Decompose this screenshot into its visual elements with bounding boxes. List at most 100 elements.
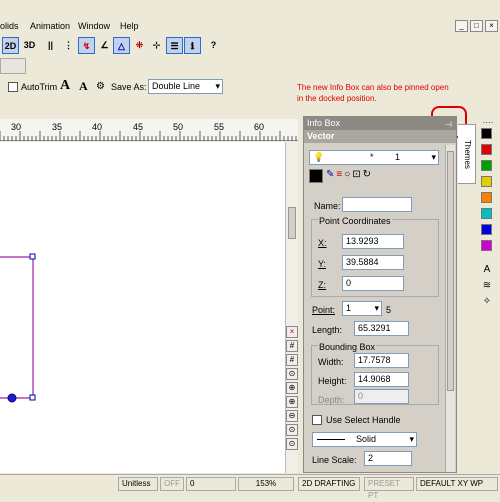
layer-value: 1 <box>395 152 401 162</box>
color-swatch[interactable] <box>481 208 492 219</box>
zoom-in-icon[interactable]: ⊕ <box>286 396 298 408</box>
view-status[interactable]: DEFAULT XY WP <box>416 477 498 491</box>
main-toolbar: 2D 3D || ⋮ ↯ ∠ △ ⁜ ⊹ ☰ ℹ ? <box>0 35 500 57</box>
name-label: Name: <box>314 201 341 211</box>
2d-button[interactable]: 2D <box>2 37 19 54</box>
pause-icon[interactable]: || <box>42 37 59 54</box>
point-select[interactable]: 1 ▾ <box>342 301 382 316</box>
scrollbar-thumb[interactable] <box>288 207 296 239</box>
tool-slot[interactable] <box>0 58 26 74</box>
triangle-icon[interactable]: △ <box>113 37 130 54</box>
snap-status[interactable]: OFF <box>160 477 184 491</box>
nodes-icon[interactable]: ⁜ <box>131 37 148 54</box>
mode-status[interactable]: 2D DRAFTING <box>298 477 360 491</box>
color-swatch[interactable] <box>481 192 492 203</box>
line-scale-field[interactable]: 2 <box>364 451 412 466</box>
status-bar: Unitless OFF 0 153% 2D DRAFTING PRESET P… <box>0 474 500 500</box>
snap-grid-icon[interactable]: # <box>286 354 298 366</box>
line-style-select[interactable]: Solid ▾ <box>312 432 417 447</box>
save-as-label: Save As: <box>111 82 147 92</box>
rotate-icon[interactable]: ↻ <box>363 169 371 184</box>
line-preview <box>317 439 345 440</box>
color-swatch[interactable] <box>481 176 492 187</box>
x-coordinate-field[interactable]: 13.9293 <box>342 234 404 249</box>
z-coordinate-field[interactable]: 0 <box>342 276 404 291</box>
chevron-down-icon: ▾ <box>215 81 220 91</box>
line-style-icon[interactable]: ≡ <box>336 169 342 184</box>
drawing-canvas[interactable] <box>0 142 285 473</box>
zoom-fit-icon[interactable]: ⊙ <box>286 368 298 380</box>
y-coordinate-field[interactable]: 39.5884 <box>342 255 404 270</box>
preset-status[interactable]: PRESET PT <box>364 477 414 500</box>
name-field[interactable] <box>342 197 412 212</box>
restore-button[interactable]: □ <box>470 20 483 32</box>
circle-icon[interactable]: ○ <box>344 169 350 184</box>
menu-bar: olids Animation Window Help _ □ × <box>0 18 500 35</box>
lasso-icon[interactable]: ↯ <box>78 37 95 54</box>
zoom-status[interactable]: 153% <box>238 477 294 491</box>
info-box-subtitle: Vector <box>304 130 456 143</box>
menu-item-window[interactable]: Window <box>78 21 110 31</box>
annotation-note: The new Info Box can also be pinned open… <box>297 83 449 103</box>
transform-icon[interactable]: ⊹ <box>148 37 165 54</box>
close-button[interactable]: × <box>485 20 498 32</box>
zero-status: 0 <box>186 477 236 491</box>
help-cursor-icon[interactable]: ? <box>205 37 222 54</box>
minimize-button[interactable]: _ <box>455 20 468 32</box>
zoom-extents-icon[interactable]: ⊙ <box>286 438 298 450</box>
color-swatch[interactable] <box>481 144 492 155</box>
zoom-out-icon[interactable]: ⊖ <box>286 410 298 422</box>
pattern-icon[interactable]: ≋ <box>480 278 494 294</box>
menu-item-animation[interactable]: Animation <box>30 21 70 31</box>
color-swatch[interactable] <box>481 128 492 139</box>
y-label: Y: <box>318 259 327 269</box>
info-box-title: Info Box <box>307 118 341 128</box>
color-swatch[interactable] <box>481 160 492 171</box>
menu-item-solids[interactable]: olids <box>0 21 19 31</box>
chevron-down-icon: ▾ <box>431 152 436 162</box>
zoom-previous-icon[interactable]: ⊙ <box>286 424 298 436</box>
palette-grip: ···· <box>482 118 494 127</box>
chevron-down-icon: ▾ <box>409 434 414 444</box>
select-handle-label: Use Select Handle <box>326 415 401 425</box>
layer-select[interactable]: 💡 * 1 ▾ <box>309 150 439 165</box>
color-swatch[interactable] <box>309 169 323 183</box>
themes-tab[interactable]: Themes <box>458 124 476 184</box>
color-swatch[interactable] <box>481 224 492 235</box>
pin-icon[interactable]: ⊣ <box>445 118 452 131</box>
vertex-handle[interactable] <box>29 253 36 260</box>
text-plus-icon[interactable]: A <box>60 78 70 94</box>
info-icon[interactable]: ℹ <box>184 37 201 54</box>
zoom-window-icon[interactable]: ⊕ <box>286 382 298 394</box>
panel-scrollbar-thumb[interactable] <box>447 151 454 391</box>
double-line-select[interactable]: Double Line ▾ <box>148 79 223 94</box>
height-field[interactable]: 14.9068 <box>354 372 409 387</box>
text-style-icon[interactable]: A <box>480 262 494 278</box>
pen-color-icon[interactable]: ✎ <box>326 169 334 184</box>
autotrim-checkbox[interactable] <box>8 82 18 92</box>
color-swatch[interactable] <box>481 240 492 251</box>
length-field[interactable]: 65.3291 <box>354 321 409 336</box>
hatch-icon[interactable]: ✧ <box>480 294 494 310</box>
length-label: Length: <box>312 325 343 335</box>
selected-point-handle[interactable] <box>7 393 17 403</box>
delete-icon[interactable]: × <box>286 326 298 338</box>
save-icon[interactable]: ⚙ <box>96 81 105 92</box>
vertex-handle[interactable] <box>29 394 36 401</box>
width-field[interactable]: 17.7578 <box>354 353 409 368</box>
drawn-vector-shape[interactable] <box>0 256 34 399</box>
layer-star: * <box>370 152 374 162</box>
chevron-down-icon: ▾ <box>374 303 379 313</box>
3d-button[interactable]: 3D <box>21 37 38 54</box>
text-icon[interactable]: A <box>79 79 88 94</box>
grid-icon[interactable]: # <box>286 340 298 352</box>
grid-dots-icon[interactable]: ⋮ <box>60 37 77 54</box>
panel-scrollbar[interactable] <box>445 145 455 472</box>
material-icon[interactable]: ⊡ <box>352 169 360 184</box>
select-handle-checkbox[interactable] <box>312 415 322 425</box>
angle-icon[interactable]: ∠ <box>96 37 113 54</box>
units-status[interactable]: Unitless <box>118 477 158 491</box>
menu-item-help[interactable]: Help <box>120 21 139 31</box>
point-count: 5 <box>386 305 392 315</box>
list-icon[interactable]: ☰ <box>166 37 183 54</box>
